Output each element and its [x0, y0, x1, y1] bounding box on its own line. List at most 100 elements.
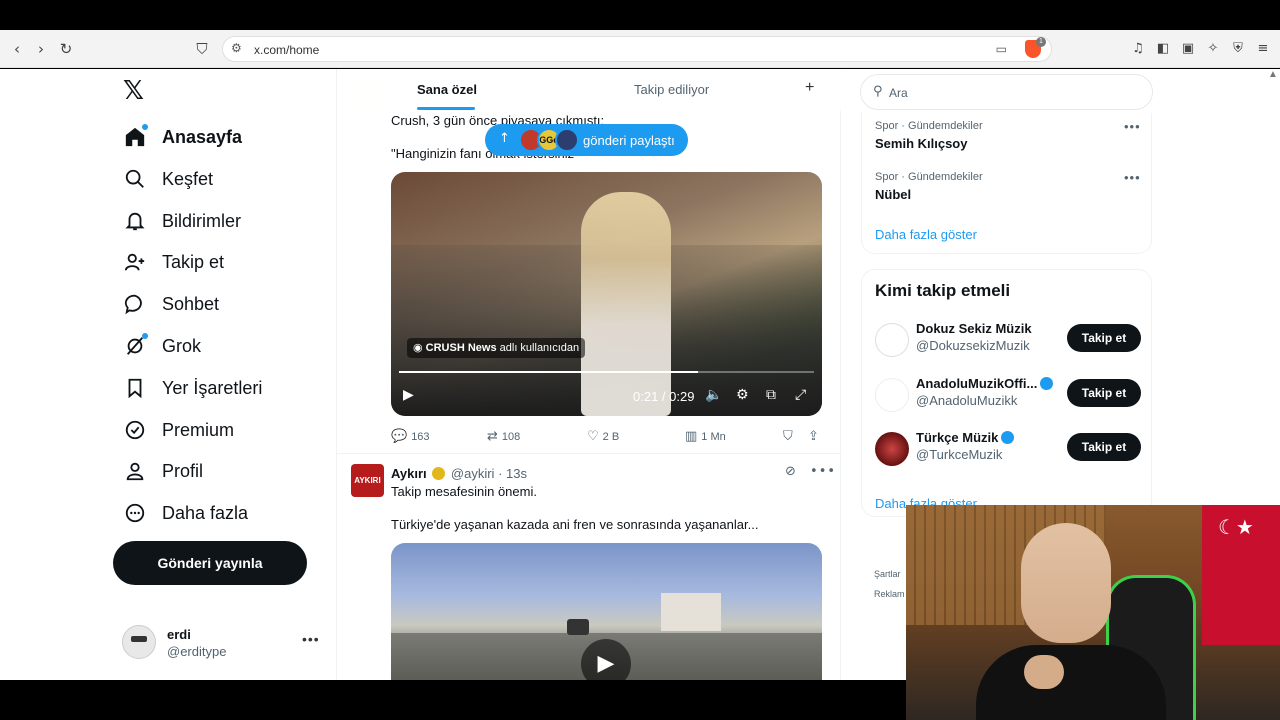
follow-suggestion[interactable]: AnadoluMuzikOffi... @AnadoluMuzikk Takip… — [875, 376, 1141, 412]
play-icon[interactable]: ▶ — [403, 387, 414, 403]
reply-count: 163 — [411, 430, 430, 443]
like-button[interactable]: ♡ 2 B — [587, 429, 619, 444]
footer-link-terms[interactable]: Şartlar — [874, 569, 901, 579]
more-icon[interactable]: ••• — [810, 464, 836, 479]
more-icon[interactable]: ••• — [302, 631, 320, 647]
account-switcher[interactable]: erdi @erditype ••• — [122, 625, 322, 661]
avatar — [875, 323, 909, 357]
more-circle-icon — [122, 500, 148, 526]
tab-for-you[interactable]: Sana özel — [417, 82, 477, 97]
wallet-icon[interactable]: ▣ — [1180, 41, 1196, 57]
trend-name: Semih Kılıçsoy — [875, 136, 968, 151]
avatar[interactable]: AYKIRI — [351, 464, 384, 497]
video-source-name: CRUSH News — [425, 342, 497, 354]
nav-label: Sohbet — [162, 293, 220, 314]
nav-profile[interactable]: Profil — [122, 456, 203, 486]
settings-icon[interactable]: ⚙ — [736, 387, 749, 403]
nav-label: Bildirimler — [162, 210, 242, 231]
new-posts-pill[interactable]: ↑ GGo gönderi paylaştı — [485, 124, 688, 156]
search-input[interactable]: ⚲ Ara — [860, 74, 1153, 110]
follow-suggestion[interactable]: Dokuz Sekiz Müzik @DokuzsekizMuzik Takip… — [875, 321, 1141, 357]
shields-count-badge: 1 — [1036, 37, 1046, 47]
repost-button[interactable]: ⇄ 108 — [487, 429, 520, 444]
trend-item[interactable]: Spor · Gündemdekiler Nübel — [875, 171, 983, 202]
verified-icon — [1001, 431, 1015, 444]
nav-label: Profil — [162, 460, 204, 481]
reload-icon[interactable]: ↻ — [58, 41, 74, 57]
follow-button[interactable]: Takip et — [1067, 324, 1141, 352]
tweet-author[interactable]: Aykırı — [391, 466, 427, 481]
sidebar-toggle-icon[interactable]: ◧ — [1155, 41, 1171, 57]
nav-chat[interactable]: Sohbet — [122, 289, 219, 319]
media-icon[interactable]: ♫ — [1130, 41, 1146, 57]
active-tab-indicator — [417, 107, 475, 110]
footer-link-ads[interactable]: Reklam — [874, 589, 905, 599]
arrow-up-icon: ↑ — [499, 131, 510, 146]
nav-notifications[interactable]: Bildirimler — [122, 206, 241, 236]
nav-grok[interactable]: Grok — [122, 331, 201, 361]
more-icon[interactable]: ••• — [1124, 170, 1141, 185]
like-count: 2 B — [602, 430, 620, 443]
bookmark-button[interactable]: ⛉ — [783, 429, 797, 444]
follow-button[interactable]: Takip et — [1067, 379, 1141, 407]
vpn-icon[interactable]: ⛨ — [1230, 41, 1246, 57]
nav-bookmarks[interactable]: Yer İşaretleri — [122, 373, 262, 403]
views-button[interactable]: ▥ 1 Mn — [685, 429, 726, 444]
repost-icon: ⇄ — [487, 429, 498, 444]
source-icon: ◉ — [413, 342, 423, 354]
avatar — [122, 625, 156, 659]
video-source-badge[interactable]: ◉ CRUSH News adlı kullanıcıdan — [407, 338, 586, 358]
trend-category: Spor · Gündemdekiler — [875, 120, 983, 132]
fullscreen-icon[interactable]: ⤢ — [795, 387, 806, 403]
video-player[interactable]: ▶ — [391, 543, 822, 680]
video-progress-fill — [399, 371, 698, 373]
tweet-divider — [337, 453, 842, 454]
tweet-time[interactable]: 13s — [506, 466, 527, 481]
follow-suggestion[interactable]: Türkçe Müzik @TurkceMuzik Takip et — [875, 430, 1141, 466]
trend-category: Spor · Gündemdekiler — [875, 171, 983, 183]
bookmark-page-icon[interactable]: ⛉ — [194, 41, 210, 57]
cast-icon[interactable]: ▭ — [996, 42, 1007, 56]
x-logo-icon[interactable]: 𝕏 — [123, 78, 147, 104]
reply-button[interactable]: 💬 163 — [391, 429, 430, 444]
volume-icon[interactable]: 🔈 — [705, 387, 722, 403]
scroll-up-arrow[interactable]: ▲ — [1268, 69, 1278, 80]
more-icon[interactable]: ••• — [1124, 119, 1141, 134]
suggestion-handle: @DokuzsekizMuzik — [916, 338, 1030, 353]
nav-more[interactable]: Daha fazla — [122, 498, 248, 528]
flag-image — [1202, 505, 1280, 645]
menu-icon[interactable]: ≡ — [1255, 41, 1271, 57]
nav-label: Premium — [162, 419, 235, 440]
nav-label: Yer İşaretleri — [162, 377, 263, 398]
pip-icon[interactable]: ⧉ — [766, 387, 776, 403]
nav-follow[interactable]: Takip et — [122, 247, 224, 277]
address-bar[interactable]: ⚙ x.com/home ▭ 1 — [222, 36, 1052, 62]
show-more-link[interactable]: Daha fazla göster — [875, 227, 977, 242]
suggestion-name: AnadoluMuzikOffi... — [916, 376, 1054, 391]
grok-icon[interactable]: ⊘ — [785, 464, 796, 479]
follow-button[interactable]: Takip et — [1067, 433, 1141, 461]
streamer-head — [1021, 523, 1111, 643]
webcam-overlay — [906, 505, 1280, 720]
suggestion-handle: @TurkceMuzik — [916, 447, 1003, 462]
tweet-handle[interactable]: @aykiri — [451, 466, 495, 481]
site-settings-icon[interactable]: ⚙ — [231, 41, 242, 55]
nav-label: Grok — [162, 335, 202, 356]
streamer-body — [976, 645, 1166, 720]
video-player[interactable]: ◉ CRUSH News adlı kullanıcıdan ▶ 0:21 / … — [391, 172, 822, 416]
trend-item[interactable]: Spor · Gündemdekiler Semih Kılıçsoy — [875, 120, 983, 151]
forward-icon[interactable]: › — [33, 41, 49, 57]
back-icon[interactable]: ‹ — [9, 41, 25, 57]
bookmark-icon — [122, 375, 148, 401]
nav-home[interactable]: Anasayfa — [122, 122, 242, 152]
post-button[interactable]: Gönderi yayınla — [113, 541, 307, 585]
add-tab-icon[interactable]: + — [805, 79, 814, 97]
nav-premium[interactable]: Premium — [122, 415, 234, 445]
nav-explore[interactable]: Keşfet — [122, 164, 213, 194]
video-frame — [661, 593, 721, 631]
tab-following[interactable]: Takip ediliyor — [634, 82, 709, 97]
share-button[interactable]: ⇪ — [808, 429, 823, 444]
leo-ai-icon[interactable]: ✧ — [1205, 41, 1221, 57]
nav-label: Keşfet — [162, 168, 214, 189]
video-progress-bar[interactable] — [399, 371, 814, 373]
